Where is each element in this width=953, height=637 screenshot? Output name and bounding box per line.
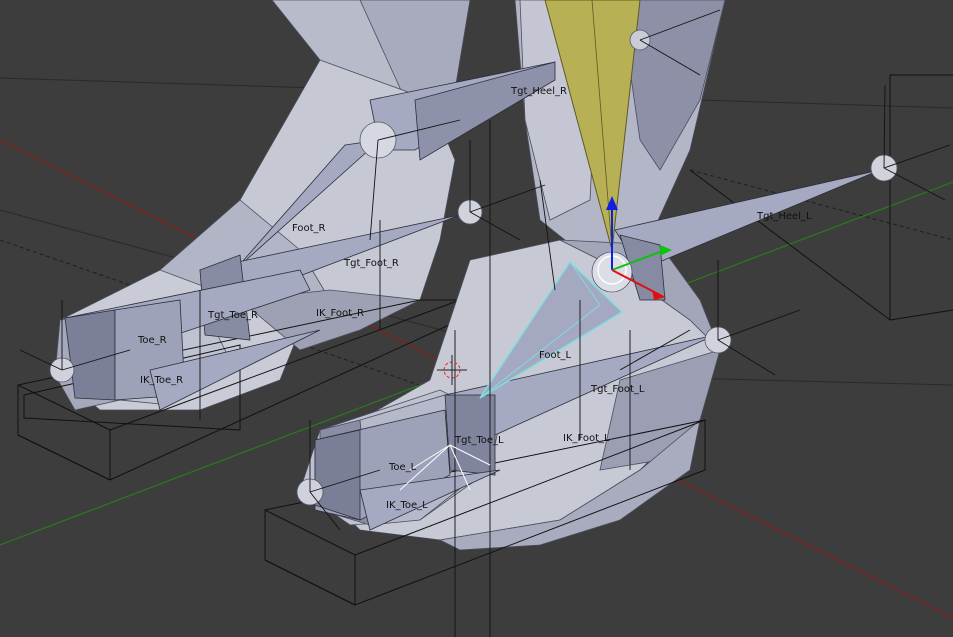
- label-ik-toe-r: IK_Toe_R: [140, 375, 183, 386]
- viewport-canvas[interactable]: Tgt_Heel_R Foot_R Tgt_Foot_R Tgt_Toe_R I…: [0, 0, 953, 637]
- label-toe-l: Toe_L: [388, 462, 417, 473]
- label-tgt-foot-r: Tgt_Foot_R: [343, 258, 399, 269]
- label-tgt-foot-l: Tgt_Foot_L: [590, 384, 645, 395]
- label-tgt-toe-l: Tgt_Toe_L: [454, 435, 504, 446]
- label-tgt-heel-l: Tgt_Heel_L: [756, 211, 812, 222]
- label-tgt-toe-r: Tgt_Toe_R: [207, 310, 258, 321]
- label-foot-l: Foot_L: [539, 350, 572, 361]
- label-ik-toe-l: IK_Toe_L: [386, 500, 428, 511]
- label-foot-r: Foot_R: [292, 223, 326, 234]
- label-toe-r: Toe_R: [137, 335, 167, 346]
- label-ik-foot-r: IK_Foot_R: [316, 308, 364, 319]
- 3d-viewport[interactable]: Tgt_Heel_R Foot_R Tgt_Foot_R Tgt_Toe_R I…: [0, 0, 953, 637]
- label-tgt-heel-r: Tgt_Heel_R: [510, 86, 567, 97]
- label-ik-foot-l: IK_Foot_L: [563, 433, 610, 444]
